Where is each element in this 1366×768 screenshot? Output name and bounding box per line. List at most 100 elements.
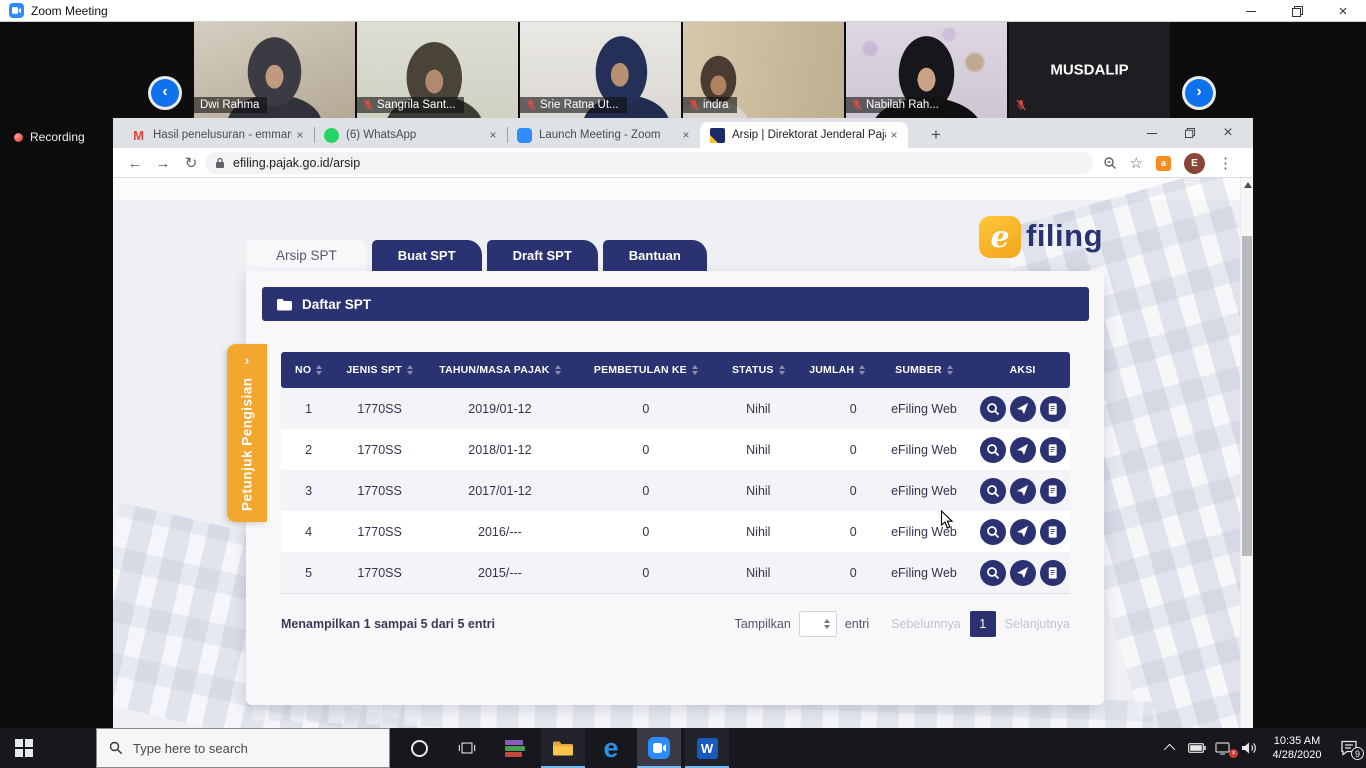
zoom-page-icon[interactable] xyxy=(1103,156,1117,170)
new-tab-button[interactable]: + xyxy=(923,122,949,148)
petunjuk-pengisian-tab[interactable]: › Petunjuk Pengisian xyxy=(227,344,267,522)
cell-tahun-masa-pajak: 2017/01-12 xyxy=(423,470,577,511)
browser-tab-2[interactable]: (6) WhatsApp × xyxy=(314,122,507,148)
page-nav-tabs: Arsip SPT Buat SPT Draft SPT Bantuan xyxy=(246,240,707,271)
reload-button[interactable]: ↻ xyxy=(179,151,203,175)
action-magnifier-button[interactable] xyxy=(980,478,1006,504)
start-button[interactable] xyxy=(0,728,48,768)
cell-jumlah: 0 xyxy=(802,388,873,429)
column-header-label: AKSI xyxy=(1010,364,1036,376)
column-header-tahun-masa-pajak[interactable]: TAHUN/MASA PAJAK xyxy=(423,352,577,388)
bookmark-star-icon[interactable]: ☆ xyxy=(1130,154,1143,172)
action-magnifier-button[interactable] xyxy=(980,560,1006,586)
tab-draft-spt[interactable]: Draft SPT xyxy=(487,240,598,271)
action-document-button[interactable] xyxy=(1040,478,1066,504)
address-bar[interactable]: efiling.pajak.go.id/arsip xyxy=(205,152,1093,174)
table-header-row: NO JENIS SPT TAHUN/MASA PAJAK PEMBETULAN… xyxy=(281,352,1070,388)
action-paper-plane-button[interactable] xyxy=(1010,478,1036,504)
action-paper-plane-button[interactable] xyxy=(1010,437,1036,463)
tab-close-icon[interactable]: × xyxy=(292,127,308,143)
column-header-jumlah[interactable]: JUMLAH xyxy=(802,352,873,388)
tab-close-icon[interactable]: × xyxy=(678,127,694,143)
previous-participants-arrow[interactable]: ‹ xyxy=(151,79,179,107)
page-size-select[interactable] xyxy=(799,611,837,637)
current-page-button[interactable]: 1 xyxy=(970,611,996,637)
action-center-button[interactable]: 9 xyxy=(1332,728,1366,768)
column-header-status[interactable]: STATUS xyxy=(715,352,802,388)
tab-close-icon[interactable]: × xyxy=(485,127,501,143)
profile-avatar[interactable]: E xyxy=(1184,153,1205,174)
edge-button[interactable]: e xyxy=(589,728,633,768)
task-view-button[interactable] xyxy=(445,728,489,768)
next-participants-arrow[interactable]: › xyxy=(1185,79,1213,107)
browser-minimize-button[interactable] xyxy=(1133,119,1171,147)
extension-icon[interactable]: a xyxy=(1156,156,1171,171)
winrar-button[interactable] xyxy=(493,728,537,768)
participant-tile[interactable]: MUSDALIP xyxy=(1009,22,1170,118)
action-magnifier-button[interactable] xyxy=(980,437,1006,463)
tab-buat-spt[interactable]: Buat SPT xyxy=(372,240,482,271)
zoom-minimize-button[interactable] xyxy=(1228,0,1274,22)
mic-muted-icon xyxy=(526,99,536,111)
zoom-close-button[interactable]: × xyxy=(1320,0,1366,22)
column-header-aksi[interactable]: AKSI xyxy=(975,352,1070,388)
previous-page-button[interactable]: Sebelumnya xyxy=(891,617,961,631)
file-explorer-button[interactable] xyxy=(541,728,585,768)
taskbar-search-box[interactable]: Type here to search xyxy=(96,728,390,768)
zoom-taskbar-button[interactable] xyxy=(637,728,681,768)
browser-tab-1[interactable]: M Hasil penelusuran - emmarundy × xyxy=(121,122,314,148)
zoom-restore-button[interactable] xyxy=(1274,0,1320,22)
participant-tile[interactable]: Dwi Rahma xyxy=(194,22,355,118)
tampilkan-label: Tampilkan xyxy=(735,617,791,631)
participant-tile[interactable]: indra xyxy=(683,22,844,118)
back-button[interactable]: ← xyxy=(123,151,147,175)
browser-menu-icon[interactable]: ⋮ xyxy=(1218,154,1233,172)
action-magnifier-button[interactable] xyxy=(980,519,1006,545)
cortana-icon xyxy=(411,740,428,757)
participant-tile[interactable]: Nabilah Rah... xyxy=(846,22,1007,118)
windows-logo-icon xyxy=(15,739,33,757)
action-document-button[interactable] xyxy=(1040,437,1066,463)
action-document-button[interactable] xyxy=(1040,519,1066,545)
action-document-button[interactable] xyxy=(1040,560,1066,586)
tab-close-icon[interactable]: × xyxy=(886,127,902,143)
cell-aksi xyxy=(975,388,1070,429)
participant-tile[interactable]: Sangrila Sant... xyxy=(357,22,518,118)
column-header-no[interactable]: NO xyxy=(281,352,336,388)
tab-arsip-spt[interactable]: Arsip SPT xyxy=(246,240,367,271)
network-disconnected-icon[interactable]: × xyxy=(1210,728,1236,768)
word-button[interactable]: W xyxy=(685,728,729,768)
participant-name-chip: MUSDALIP xyxy=(1009,22,1170,118)
action-paper-plane-button[interactable] xyxy=(1010,560,1036,586)
battery-icon[interactable] xyxy=(1184,728,1210,768)
browser-close-button[interactable]: × xyxy=(1209,119,1247,147)
action-document-button[interactable] xyxy=(1040,396,1066,422)
tray-expand-chevron[interactable] xyxy=(1158,728,1184,768)
browser-tab-4[interactable]: Arsip | Direktorat Jenderal Pajak × xyxy=(700,122,908,148)
speaker-icon[interactable] xyxy=(1236,728,1262,768)
browser-restore-button[interactable] xyxy=(1171,119,1209,147)
next-page-button[interactable]: Selanjutnya xyxy=(1005,617,1070,631)
participant-name-chip: Sangrila Sant... xyxy=(357,97,464,113)
action-paper-plane-button[interactable] xyxy=(1010,519,1036,545)
action-magnifier-button[interactable] xyxy=(980,396,1006,422)
cell-jenis-spt: 1770SS xyxy=(336,388,423,429)
cortana-button[interactable] xyxy=(397,728,441,768)
sort-arrows-icon xyxy=(692,365,698,375)
file-explorer-icon xyxy=(552,739,574,757)
sort-arrows-icon xyxy=(947,365,953,375)
tab-bantuan[interactable]: Bantuan xyxy=(603,240,707,271)
scrollbar-thumb[interactable] xyxy=(1242,236,1252,556)
column-header-pembetulan-ke[interactable]: PEMBETULAN KE xyxy=(577,352,715,388)
action-paper-plane-button[interactable] xyxy=(1010,396,1036,422)
cell-status: Nihil xyxy=(715,511,802,552)
zoom-window-title: Zoom Meeting xyxy=(31,4,108,18)
participant-tile[interactable]: Srie Ratna Ut... xyxy=(520,22,681,118)
column-header-jenis-spt[interactable]: JENIS SPT xyxy=(336,352,423,388)
taskbar-clock[interactable]: 10:35 AM 4/28/2020 xyxy=(1266,734,1328,762)
scrollbar-up-arrow[interactable] xyxy=(1244,182,1252,188)
column-header-sumber[interactable]: SUMBER xyxy=(873,352,976,388)
browser-tab-3[interactable]: Launch Meeting - Zoom × xyxy=(507,122,700,148)
winrar-icon xyxy=(505,740,525,757)
forward-button[interactable]: → xyxy=(151,151,175,175)
